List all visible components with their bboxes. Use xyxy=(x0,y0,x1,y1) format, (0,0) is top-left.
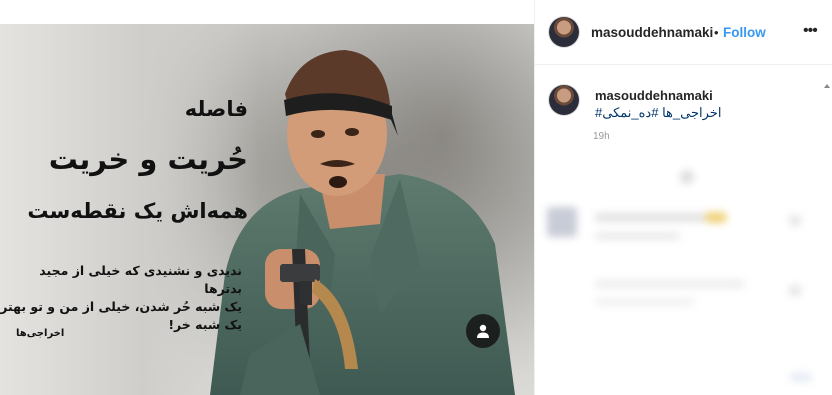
blurred-avatar xyxy=(547,207,577,237)
poster-tag: اخراجی‌ها xyxy=(16,328,65,339)
poster-line: یک شبه حُر شدن، خیلی از من و تو بهتر xyxy=(0,299,242,314)
poster-line: ندیدی و نشنیدی که خیلی از مجید بدترها xyxy=(39,263,242,296)
blurred-line xyxy=(595,232,680,240)
blurred-line xyxy=(595,298,695,306)
more-options-icon[interactable]: ••• xyxy=(803,22,818,40)
follow-button[interactable]: Follow xyxy=(723,25,766,40)
tagged-users-button[interactable] xyxy=(466,314,500,348)
post-container: فاصله حُریت و خریت همه‌اش یک نقطه‌ست ندی… xyxy=(0,0,832,395)
post-image[interactable]: فاصله حُریت و خریت همه‌اش یک نقطه‌ست ندی… xyxy=(0,24,534,395)
hashtag-link[interactable]: #ده_نمکی xyxy=(602,105,658,120)
headline-2: حُریت و خریت xyxy=(48,142,248,176)
poster-body-text: ندیدی و نشنیدی که خیلی از مجید بدترها یک… xyxy=(0,262,242,334)
caption-avatar[interactable] xyxy=(549,85,579,115)
headline-1: فاصله xyxy=(184,97,248,121)
blurred-element xyxy=(680,170,694,184)
user-icon xyxy=(477,324,489,338)
post-timestamp[interactable]: 19h xyxy=(593,131,610,142)
caption-text: masouddehnamaki #اخراجی_ها #ده_نمکی xyxy=(595,87,770,121)
blurred-element xyxy=(790,372,812,382)
blurred-emoji xyxy=(705,212,727,223)
post-sidebar: masouddehnamaki • Follow ••• masouddehna… xyxy=(534,0,832,395)
separator-dot: • xyxy=(714,25,719,40)
blurred-line xyxy=(595,280,745,288)
caption-username[interactable]: masouddehnamaki xyxy=(595,88,713,103)
headline-3: همه‌اش یک نقطه‌ست xyxy=(27,199,248,223)
blurred-heart-icon xyxy=(789,215,801,226)
scrollbar[interactable] xyxy=(824,64,831,395)
header-username[interactable]: masouddehnamaki xyxy=(591,25,713,40)
post-header: masouddehnamaki • Follow ••• xyxy=(535,0,832,65)
avatar[interactable] xyxy=(549,17,579,47)
blurred-heart-icon xyxy=(789,285,801,296)
scroll-up-arrow-icon[interactable] xyxy=(824,84,830,88)
